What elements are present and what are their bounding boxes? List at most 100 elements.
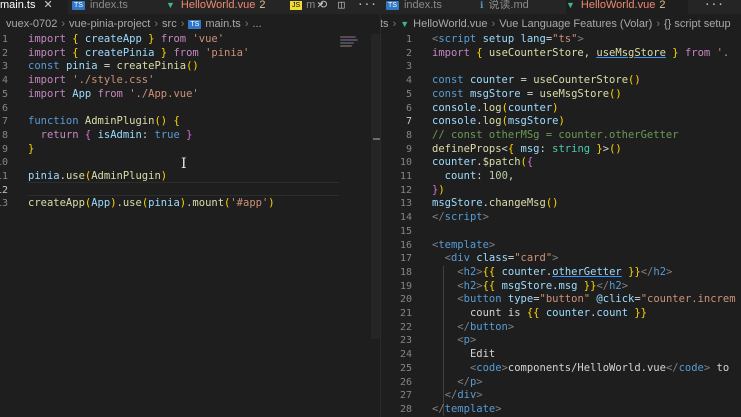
code-line[interactable]: 3 const pinia = createPinia() (0, 60, 380, 74)
editor-helloworld-vue[interactable]: 1 <script setup lang="ts"> 2 import { useCo… (381, 34, 741, 417)
code-line[interactable]: 26 </p> (381, 376, 741, 390)
code-line[interactable]: 1 <script setup lang="ts"> (381, 34, 741, 47)
tab-bar: main.ts ✕ TS index.ts ▼ HelloWorld.vue 2… (0, 0, 741, 14)
code-line[interactable]: 12 (0, 184, 380, 198)
line-number: 13 (0, 198, 8, 210)
breadcrumb-file[interactable]: main.ts (205, 18, 240, 30)
breadcrumb-item[interactable]: vuex-0702 (6, 18, 57, 30)
line-number: 15 (399, 225, 412, 237)
code-line[interactable]: 24 Edit (381, 348, 741, 362)
code-line[interactable]: 5 import App from './App.vue' (0, 88, 380, 102)
code-line[interactable]: 2 import { createPinia } from 'pinia' (0, 47, 380, 61)
code-line[interactable]: 18 <h2>{{ counter.otherGetter }}</h2> (381, 266, 741, 280)
code-line[interactable]: 7 function AdminPlugin() { (0, 115, 380, 129)
tab-js-file[interactable]: JS m (290, 0, 320, 14)
vue-file-icon: ▼ (400, 19, 410, 29)
tab-main-ts[interactable]: main.ts ✕ (0, 0, 68, 14)
split-editor-icon[interactable]: ◫ (338, 0, 345, 10)
line-number: 9 (405, 143, 412, 155)
code-line[interactable]: 22 </button> (381, 321, 741, 335)
code-line[interactable]: 16 <template> (381, 239, 741, 253)
code-line[interactable]: 3 (381, 60, 741, 74)
code-text: console.log(msgStore) (432, 115, 565, 128)
code-line[interactable]: 2 import { useCounterStore, useMsgStore }… (381, 47, 741, 61)
line-number: 10 (0, 157, 8, 169)
code-text: defineProps<{ msg: string }>() (432, 142, 622, 155)
code-line[interactable]: 8 return { isAdmin: true } (0, 129, 380, 143)
code-text: pinia.use(AdminPlugin) (28, 170, 168, 182)
tab-index-ts-right[interactable]: TS index.ts (386, 0, 466, 14)
more-icon[interactable]: ··· (357, 0, 377, 10)
code-text: createApp(App).use(pinia).mount('#app') (28, 197, 275, 210)
code-line[interactable]: 23 <p> (381, 334, 741, 348)
code-line[interactable]: 6 (0, 102, 380, 116)
line-number: 13 (399, 198, 412, 210)
code-line[interactable]: 19 <h2>{{ msgStore.msg }}</h2> (381, 280, 741, 294)
code-text: <template> (432, 238, 496, 251)
breadcrumb-more[interactable]: ... (252, 18, 261, 30)
code-line[interactable]: 10 counter.$patch({ (381, 156, 741, 170)
problem-count: 2 (259, 0, 266, 11)
code-line[interactable]: 21 count is {{ counter.count }} (381, 307, 741, 321)
code-line[interactable]: 28 </template> (381, 403, 741, 417)
code-text: console.log(counter) (432, 101, 559, 114)
line-number: 6 (1, 102, 8, 114)
line-number: 3 (405, 61, 412, 73)
close-icon[interactable]: ✕ (43, 0, 52, 11)
code-line[interactable]: 12}) (381, 184, 741, 198)
code-text: msgStore.changeMsg() (432, 197, 559, 210)
tab-label: index.ts (403, 0, 442, 11)
code-line[interactable]: 11 pinia.use(AdminPlugin) (0, 170, 380, 184)
code-line[interactable]: 25 <code>components/HelloWorld.vue</code… (381, 362, 741, 376)
code-text: <h2>{{ msgStore.msg }}</h2> (457, 279, 629, 292)
code-line[interactable]: 1 import { createApp } from 'vue' (0, 34, 380, 47)
code-line[interactable]: 13 msgStore.changeMsg() (381, 197, 741, 211)
code-line[interactable]: 20 <button type="button" @click="counter… (381, 293, 741, 307)
line-number: 7 (405, 116, 412, 128)
line-number: 21 (399, 308, 412, 319)
tab-helloworld-vue[interactable]: ▼ HelloWorld.vue 2 (166, 0, 284, 14)
breadcrumb-item[interactable]: src (162, 18, 177, 30)
line-number: 8 (405, 129, 412, 141)
code-line[interactable]: 9 defineProps<{ msg: string }>() (381, 143, 741, 157)
code-line[interactable]: 7 console.log(msgStore) (381, 115, 741, 129)
code-line[interactable]: 4 const counter = useCounterStore() (381, 74, 741, 88)
tab-helloworld-vue-right[interactable]: ▼ HelloWorld.vue 2 (566, 0, 688, 14)
code-text: count: 100, (444, 170, 515, 182)
code-line[interactable]: 14 </script> (381, 211, 741, 225)
line-number: 24 (399, 349, 412, 361)
tab-readme-md[interactable]: ℹ 说读.md (480, 0, 554, 14)
code-line[interactable]: 9} (0, 143, 380, 157)
code-text: Edit (469, 348, 496, 361)
code-text: const msgStore = useMsgStore() (432, 87, 622, 100)
code-line[interactable]: 15 (381, 225, 741, 239)
code-line[interactable]: 11 count: 100, (381, 170, 741, 184)
history-icon[interactable]: ⟲ (318, 0, 327, 10)
code-line[interactable]: 6 console.log(counter) (381, 102, 741, 116)
code-text: counter.$patch({ (432, 156, 534, 169)
breadcrumb-file[interactable]: HelloWorld.vue (413, 18, 487, 30)
line-number: 7 (1, 116, 8, 128)
breadcrumb-item[interactable]: ts (380, 18, 389, 30)
line-number: 4 (1, 75, 8, 87)
breadcrumb: vuex-0702 › vue-pinia-project › src › TS main.t… (6, 18, 262, 30)
line-number: 4 (405, 75, 412, 87)
code-line[interactable]: 13 createApp(App).use(pinia).mount('#app'… (0, 197, 380, 211)
line-number: 22 (399, 321, 412, 333)
code-line[interactable]: 4 import './style.css' (0, 74, 380, 88)
editor-main-ts[interactable]: I 1 import { createApp } from 'vue' 2 impor… (0, 34, 380, 417)
code-text: import { createPinia } from 'pinia' (28, 46, 250, 59)
line-number: 5 (405, 88, 412, 100)
code-line[interactable]: 10 (0, 156, 380, 170)
more-icon[interactable]: ··· (704, 0, 724, 10)
code-line[interactable]: 27 </div> (381, 389, 741, 403)
code-line[interactable]: 5 const msgStore = useMsgStore() (381, 88, 741, 102)
line-number: 23 (399, 335, 412, 347)
tab-index-ts[interactable]: TS index.ts (72, 0, 162, 14)
code-line[interactable]: 8 // const otherMSg = counter.otherGetter (381, 129, 741, 143)
breadcrumb-item[interactable]: Vue Language Features (Volar) (499, 18, 652, 30)
code-line[interactable]: 17 <div class="card"> (381, 252, 741, 266)
code-text: </template> (432, 402, 502, 415)
breadcrumb-item[interactable]: vue-pinia-project (69, 18, 150, 30)
breadcrumb-symbol[interactable]: {} script setup (664, 18, 731, 30)
